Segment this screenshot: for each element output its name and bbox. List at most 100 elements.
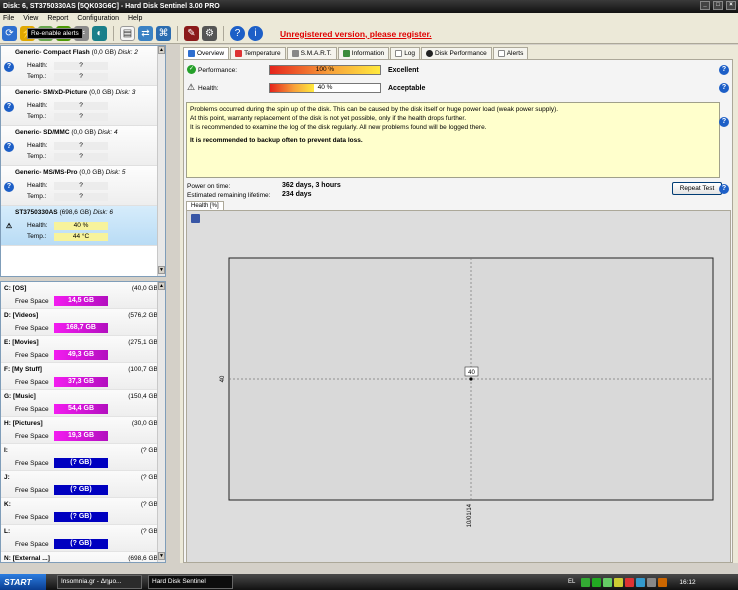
help-icon[interactable]: ? xyxy=(719,65,729,75)
tab-smart[interactable]: S.M.A.R.T. xyxy=(286,47,337,59)
help-icon[interactable]: ? xyxy=(4,182,14,192)
taskbar-item-hds[interactable]: Hard Disk Sentinel xyxy=(148,575,233,589)
tab-disk-performance[interactable]: Disk Performance xyxy=(421,47,492,59)
volume-item[interactable]: G: [Music] (150,4 GB) Free Space 54,4 GB xyxy=(1,390,165,417)
disk-temp-value: ? xyxy=(54,193,108,201)
disk-item[interactable]: Generic- SM/xD-Picture (0,0 GB) Disk: 3?… xyxy=(1,86,165,126)
tab-information[interactable]: Information xyxy=(337,47,390,59)
help-icon[interactable]: ? xyxy=(719,83,729,93)
free-space-label: Free Space xyxy=(15,406,49,413)
disk-number: Disk: 6 xyxy=(93,209,113,216)
volume-item[interactable]: D: [Videos] (576,2 GB) Free Space 168,7 GB xyxy=(1,309,165,336)
tray-icon[interactable] xyxy=(603,577,613,587)
unregistered-link[interactable]: Unregistered version, please register. xyxy=(280,29,432,39)
tray-icon[interactable] xyxy=(636,577,646,587)
disk-item[interactable]: ST3750330AS (698,6 GB) Disk: 6 ⚠ Health: 40… xyxy=(1,206,165,246)
tab-alerts[interactable]: Alerts xyxy=(492,47,529,59)
menu-file[interactable]: File xyxy=(3,15,14,22)
menu-view[interactable]: View xyxy=(23,15,38,22)
volume-item[interactable]: C: [OS] (40,0 GB) Free Space 14,5 GB xyxy=(1,282,165,309)
language-indicator[interactable]: EL xyxy=(568,579,575,585)
system-tray: EL 16:12 xyxy=(568,574,738,590)
disk-number: Disk: 3 xyxy=(115,89,136,96)
start-button[interactable]: START xyxy=(0,574,46,590)
volume-item[interactable]: F: [My Stuff] (100,7 GB) Free Space 37,3 GB xyxy=(1,363,165,390)
free-space-bar: 37,3 GB xyxy=(54,377,108,387)
disk-size: (0,0 GB) xyxy=(79,169,104,176)
health-chart-svg: 40 40 10/01/14 xyxy=(220,257,714,527)
taskbar-item-browser[interactable]: Insomnia.gr - Δημο... xyxy=(57,575,142,589)
help-icon[interactable]: ? xyxy=(4,62,14,72)
free-space-label: Free Space xyxy=(15,514,49,521)
menu-configuration[interactable]: Configuration xyxy=(77,15,119,22)
tray-icon[interactable] xyxy=(658,577,668,587)
volume-item[interactable]: I: (? GB) Free Space (? GB) xyxy=(1,444,165,471)
document-icon[interactable]: ▤ xyxy=(120,26,135,41)
globe-icon[interactable]: ◐ xyxy=(92,26,107,41)
repeat-test-button[interactable]: Repeat Test xyxy=(672,182,722,195)
report-icon[interactable]: ✎ xyxy=(184,26,199,41)
volume-item[interactable]: K: (? GB) Free Space (? GB) xyxy=(1,498,165,525)
volume-item[interactable]: L: (? GB) Free Space (? GB) xyxy=(1,525,165,552)
free-space-label: Free Space xyxy=(15,487,49,494)
tab-temperature[interactable]: Temperature xyxy=(230,47,286,59)
volume-name: F: [My Stuff] xyxy=(4,366,42,373)
temp-label: Temp.: xyxy=(27,193,47,200)
scroll-up-arrow[interactable]: ▲ xyxy=(158,282,165,290)
disk-item[interactable]: Generic- Compact Flash (0,0 GB) Disk: 2?… xyxy=(1,46,165,86)
disk-list-scrollbar[interactable]: ▲ ▼ xyxy=(157,46,165,276)
volume-size: (275,1 GB) xyxy=(128,339,160,346)
tooltip: Re-enable alerts xyxy=(27,28,83,39)
disk-size: (0,0 GB) xyxy=(91,49,117,56)
disk-item[interactable]: Generic- MS/MS-Pro (0,0 GB) Disk: 5? Heal… xyxy=(1,166,165,206)
health-chart: 40 40 10/01/14 xyxy=(186,210,731,563)
info-icon[interactable]: i xyxy=(248,26,263,41)
close-button[interactable]: × xyxy=(726,1,736,10)
tab-log[interactable]: Log xyxy=(390,47,421,59)
scroll-down-arrow[interactable]: ▼ xyxy=(158,552,165,560)
volume-item[interactable]: H: [Pictures] (30,0 GB) Free Space 19,3 GB xyxy=(1,417,165,444)
health-label: Health: xyxy=(27,62,48,69)
volume-item[interactable]: N: [External ...] (698,6 GB) xyxy=(1,552,165,562)
disk-size: (698,6 GB) xyxy=(59,209,92,216)
help-icon[interactable]: ? xyxy=(4,142,14,152)
free-space-label: Free Space xyxy=(15,325,49,332)
settings-icon[interactable]: ⚙ xyxy=(202,26,217,41)
network-icon[interactable]: ⌘ xyxy=(156,26,171,41)
tray-icon[interactable] xyxy=(581,577,591,587)
menu-help[interactable]: Help xyxy=(128,15,142,22)
sync-icon[interactable]: ⇄ xyxy=(138,26,153,41)
help-icon[interactable]: ? xyxy=(719,184,729,194)
scroll-up-arrow[interactable]: ▲ xyxy=(158,46,165,54)
volume-item[interactable]: E: [Movies] (275,1 GB) Free Space 49,3 GB xyxy=(1,336,165,363)
x-tick-label: 10/01/14 xyxy=(467,503,473,527)
help-icon[interactable]: ? xyxy=(4,102,14,112)
volume-size: (30,0 GB) xyxy=(131,420,160,427)
tray-icon[interactable] xyxy=(625,577,635,587)
volume-size: (40,0 GB) xyxy=(131,285,160,292)
minimize-button[interactable]: _ xyxy=(700,1,710,10)
tab-overview[interactable]: Overview xyxy=(183,47,230,59)
volume-list-scrollbar[interactable]: ▲ ▼ xyxy=(157,282,165,562)
temp-label: Temp.: xyxy=(27,233,47,240)
scroll-down-arrow[interactable]: ▼ xyxy=(158,266,165,274)
refresh-icon[interactable]: ⟳ xyxy=(2,26,17,41)
help-icon[interactable]: ? xyxy=(230,26,245,41)
scroll-track[interactable] xyxy=(158,54,165,266)
temp-label: Temp.: xyxy=(27,113,47,120)
disk-temp-value: ? xyxy=(54,113,108,121)
tray-icon[interactable] xyxy=(614,577,624,587)
free-space-label: Free Space xyxy=(15,352,49,359)
disk-item[interactable]: Generic- SD/MMC (0,0 GB) Disk: 4? Health:… xyxy=(1,126,165,166)
menu-report[interactable]: Report xyxy=(47,15,68,22)
scroll-track[interactable] xyxy=(158,290,165,552)
maximize-button[interactable]: □ xyxy=(713,1,723,10)
tray-icon[interactable] xyxy=(647,577,657,587)
tray-icon[interactable] xyxy=(592,577,602,587)
help-icon[interactable]: ? xyxy=(719,117,729,127)
volume-name: C: [OS] xyxy=(4,285,27,292)
volume-name: L: xyxy=(4,528,11,535)
volume-item[interactable]: J: (? GB) Free Space (? GB) xyxy=(1,471,165,498)
remaining-lifetime-value: 234 days xyxy=(282,191,312,198)
volume-name: K: xyxy=(4,501,11,508)
